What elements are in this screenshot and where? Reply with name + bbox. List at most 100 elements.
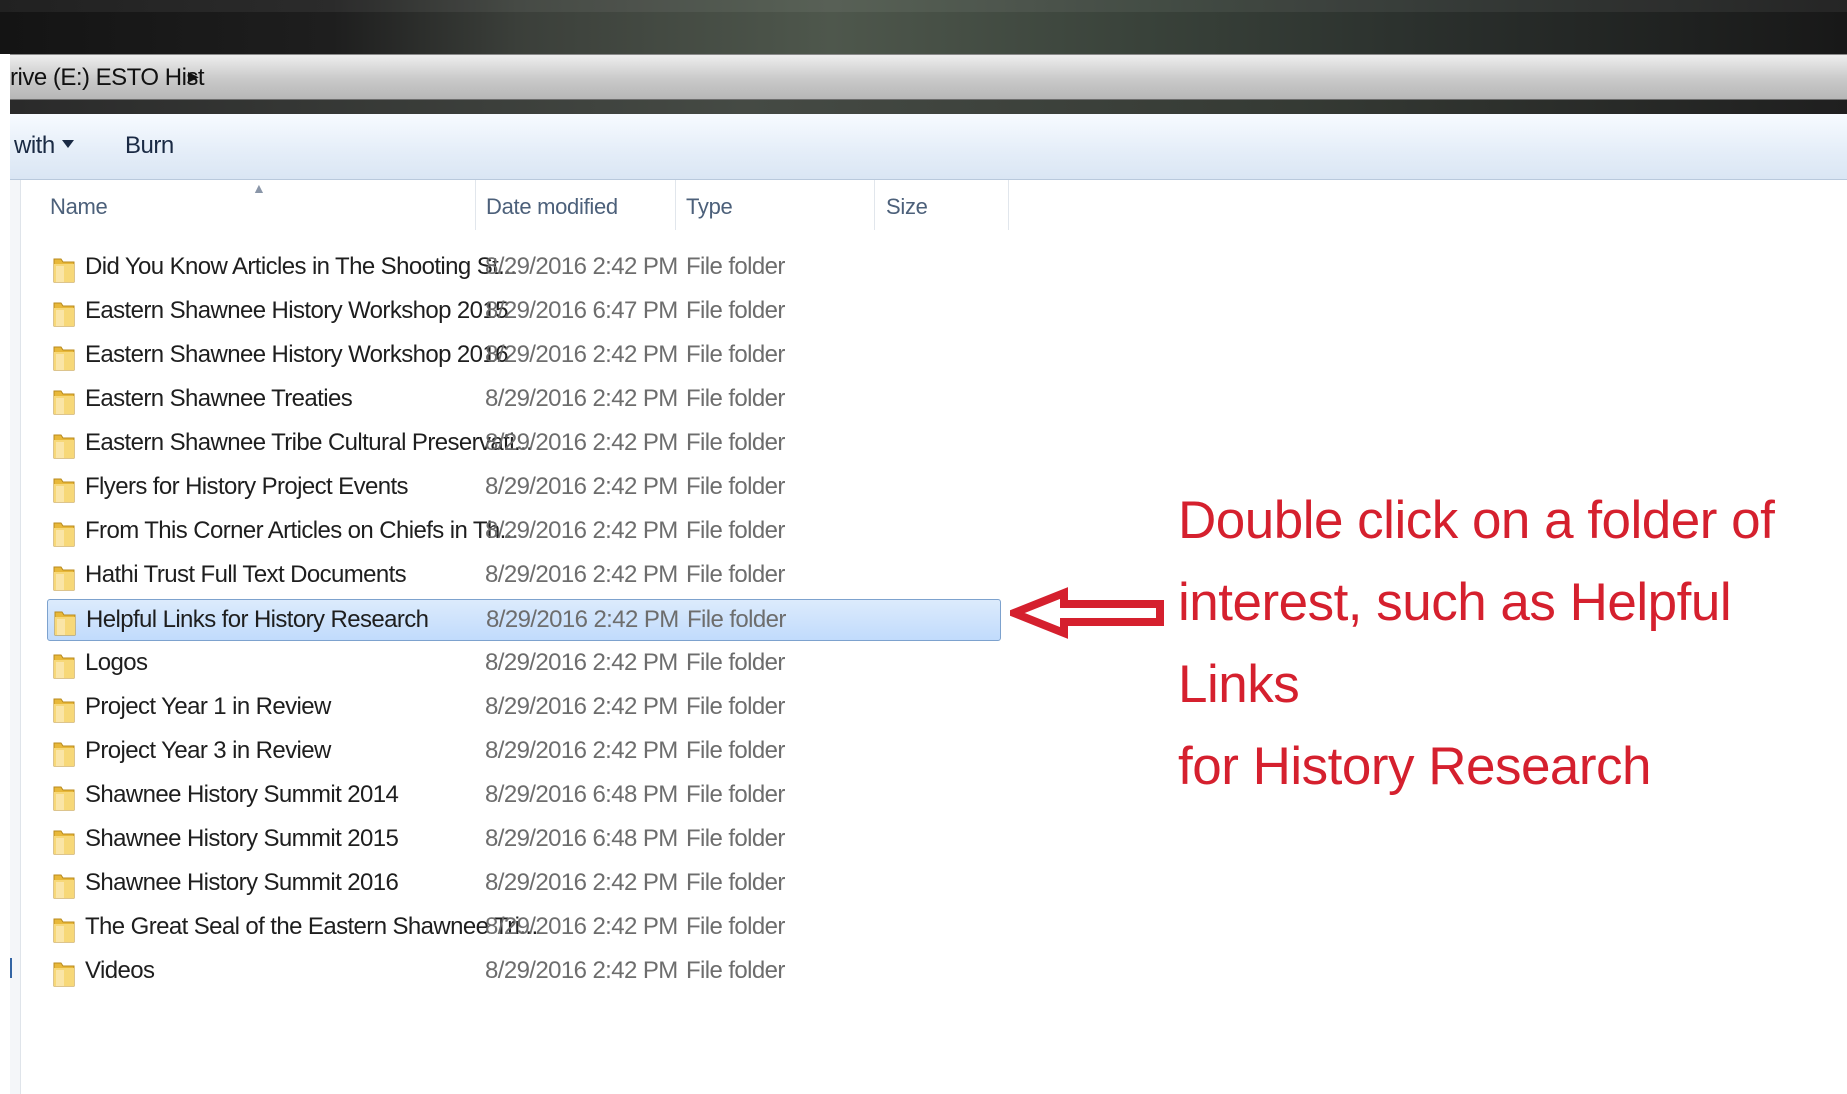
- file-name: Hathi Trust Full Text Documents: [85, 561, 407, 588]
- file-name: Shawnee History Summit 2014: [85, 781, 399, 808]
- open-with-button[interactable]: with: [14, 132, 55, 160]
- file-type: File folder: [686, 957, 785, 984]
- file-name: Eastern Shawnee History Workshop 2015: [85, 297, 509, 324]
- chevron-down-icon[interactable]: [62, 140, 74, 148]
- folder-icon: [52, 474, 76, 504]
- date-modified: 8/29/2016 2:42 PM: [485, 693, 678, 720]
- file-name: Project Year 1 in Review: [85, 693, 331, 720]
- table-row[interactable]: The Great Seal of the Eastern Shawnee Tr…: [47, 907, 1001, 949]
- folder-icon: [52, 782, 76, 812]
- file-name: Eastern Shawnee Treaties: [85, 385, 353, 412]
- file-type: File folder: [686, 561, 785, 588]
- file-name: Shawnee History Summit 2016: [85, 869, 399, 896]
- table-row[interactable]: Eastern Shawnee Treaties 8/29/2016 2:42 P…: [47, 379, 1001, 421]
- column-divider[interactable]: [675, 180, 676, 230]
- table-row[interactable]: Flyers for History Project Events 8/29/20…: [47, 467, 1001, 509]
- column-divider[interactable]: [874, 180, 875, 230]
- column-divider[interactable]: [1008, 180, 1009, 230]
- date-modified: 8/29/2016 2:42 PM: [485, 517, 678, 544]
- file-type: File folder: [686, 781, 785, 808]
- instruction-callout: Double click on a folder of interest, su…: [1178, 480, 1838, 808]
- breadcrumb[interactable]: rive (E:) ESTO Hist: [10, 64, 205, 92]
- file-name: Did You Know Articles in The Shooting St…: [85, 253, 517, 280]
- date-modified: 8/29/2016 2:42 PM: [485, 253, 678, 280]
- file-type: File folder: [686, 517, 785, 544]
- date-modified: 8/29/2016 6:48 PM: [485, 825, 678, 852]
- table-row[interactable]: Shawnee History Summit 2014 8/29/2016 6:4…: [47, 775, 1001, 817]
- date-modified: 8/29/2016 2:42 PM: [486, 606, 679, 633]
- folder-icon: [53, 607, 77, 637]
- column-header-name[interactable]: Name: [50, 194, 108, 220]
- date-modified: 8/29/2016 2:42 PM: [485, 385, 678, 412]
- folder-icon: [52, 738, 76, 768]
- date-modified: 8/29/2016 2:42 PM: [485, 429, 678, 456]
- column-header-type[interactable]: Type: [686, 194, 733, 220]
- file-type: File folder: [686, 253, 785, 280]
- table-row[interactable]: Shawnee History Summit 2015 8/29/2016 6:4…: [47, 819, 1001, 861]
- file-type: File folder: [686, 825, 785, 852]
- date-modified: 8/29/2016 6:47 PM: [485, 297, 678, 324]
- date-modified: 8/29/2016 6:48 PM: [485, 781, 678, 808]
- callout-line: interest, such as Helpful Links: [1178, 573, 1732, 714]
- sort-ascending-icon: ▲: [252, 180, 266, 196]
- table-row[interactable]: Eastern Shawnee Tribe Cultural Preservat…: [47, 423, 1001, 465]
- file-type: File folder: [686, 473, 785, 500]
- file-name: From This Corner Articles on Chiefs in T…: [85, 517, 518, 544]
- date-modified: 8/29/2016 2:42 PM: [485, 561, 678, 588]
- callout-line: for History Research: [1178, 737, 1652, 796]
- file-name: Eastern Shawnee History Workshop 2016: [85, 341, 509, 368]
- folder-icon: [52, 562, 76, 592]
- date-modified: 8/29/2016 2:42 PM: [485, 473, 678, 500]
- folder-icon: [52, 430, 76, 460]
- date-modified: 8/29/2016 2:42 PM: [485, 737, 678, 764]
- table-row[interactable]: From This Corner Articles on Chiefs in T…: [47, 511, 1001, 553]
- folder-icon: [52, 870, 76, 900]
- table-row[interactable]: Project Year 1 in Review 8/29/2016 2:42 P…: [47, 687, 1001, 729]
- column-header-date-modified[interactable]: Date modified: [486, 194, 618, 220]
- table-row[interactable]: Did You Know Articles in The Shooting St…: [47, 247, 1001, 289]
- table-row[interactable]: Eastern Shawnee History Workshop 2016 8/2…: [47, 335, 1001, 377]
- table-row[interactable]: Shawnee History Summit 2016 8/29/2016 2:4…: [47, 863, 1001, 905]
- column-header-size[interactable]: Size: [886, 194, 928, 220]
- file-name: Logos: [85, 649, 148, 676]
- table-row[interactable]: Project Year 3 in Review 8/29/2016 2:42 P…: [47, 731, 1001, 773]
- file-type: File folder: [686, 737, 785, 764]
- table-row[interactable]: Hathi Trust Full Text Documents 8/29/2016…: [47, 555, 1001, 597]
- address-bar[interactable]: rive (E:) ESTO Hist ▶: [10, 54, 1847, 100]
- file-type: File folder: [686, 869, 785, 896]
- date-modified: 8/29/2016 2:42 PM: [485, 649, 678, 676]
- table-row[interactable]: Helpful Links for History Research 8/29/2…: [47, 599, 1001, 641]
- column-headers: ▲ Name Date modified Type Size: [20, 180, 1847, 230]
- file-name: Videos: [85, 957, 155, 984]
- file-type: File folder: [686, 341, 785, 368]
- date-modified: 8/29/2016 2:42 PM: [485, 341, 678, 368]
- column-divider[interactable]: [475, 180, 476, 230]
- burn-button[interactable]: Burn: [125, 132, 174, 160]
- date-modified: 8/29/2016 2:42 PM: [485, 869, 678, 896]
- folder-icon: [52, 914, 76, 944]
- folder-icon: [52, 958, 76, 988]
- file-type: File folder: [686, 297, 785, 324]
- file-type: File folder: [686, 429, 785, 456]
- folder-icon: [52, 386, 76, 416]
- file-type: File folder: [686, 385, 785, 412]
- table-row[interactable]: Logos 8/29/2016 2:42 PM File folder: [47, 643, 1001, 685]
- window-divider: [10, 100, 1847, 114]
- file-type: File folder: [687, 606, 786, 633]
- table-row[interactable]: Eastern Shawnee History Workshop 2015 8/2…: [47, 291, 1001, 333]
- navigation-pane-marker: [10, 958, 12, 978]
- left-arrow-icon: [1010, 587, 1164, 639]
- file-name: Flyers for History Project Events: [85, 473, 409, 500]
- file-type: File folder: [686, 913, 785, 940]
- file-name: Eastern Shawnee Tribe Cultural Preservat…: [85, 429, 533, 456]
- table-row[interactable]: Videos 8/29/2016 2:42 PM File folder: [47, 951, 1001, 993]
- folder-icon: [52, 518, 76, 548]
- breadcrumb-arrow-icon[interactable]: ▶: [188, 68, 199, 85]
- file-name: Shawnee History Summit 2015: [85, 825, 399, 852]
- folder-icon: [52, 254, 76, 284]
- file-name: Project Year 3 in Review: [85, 737, 331, 764]
- file-name: Helpful Links for History Research: [86, 606, 429, 633]
- window-title-bar: [0, 0, 1847, 54]
- date-modified: 8/29/2016 2:42 PM: [485, 957, 678, 984]
- folder-icon: [52, 342, 76, 372]
